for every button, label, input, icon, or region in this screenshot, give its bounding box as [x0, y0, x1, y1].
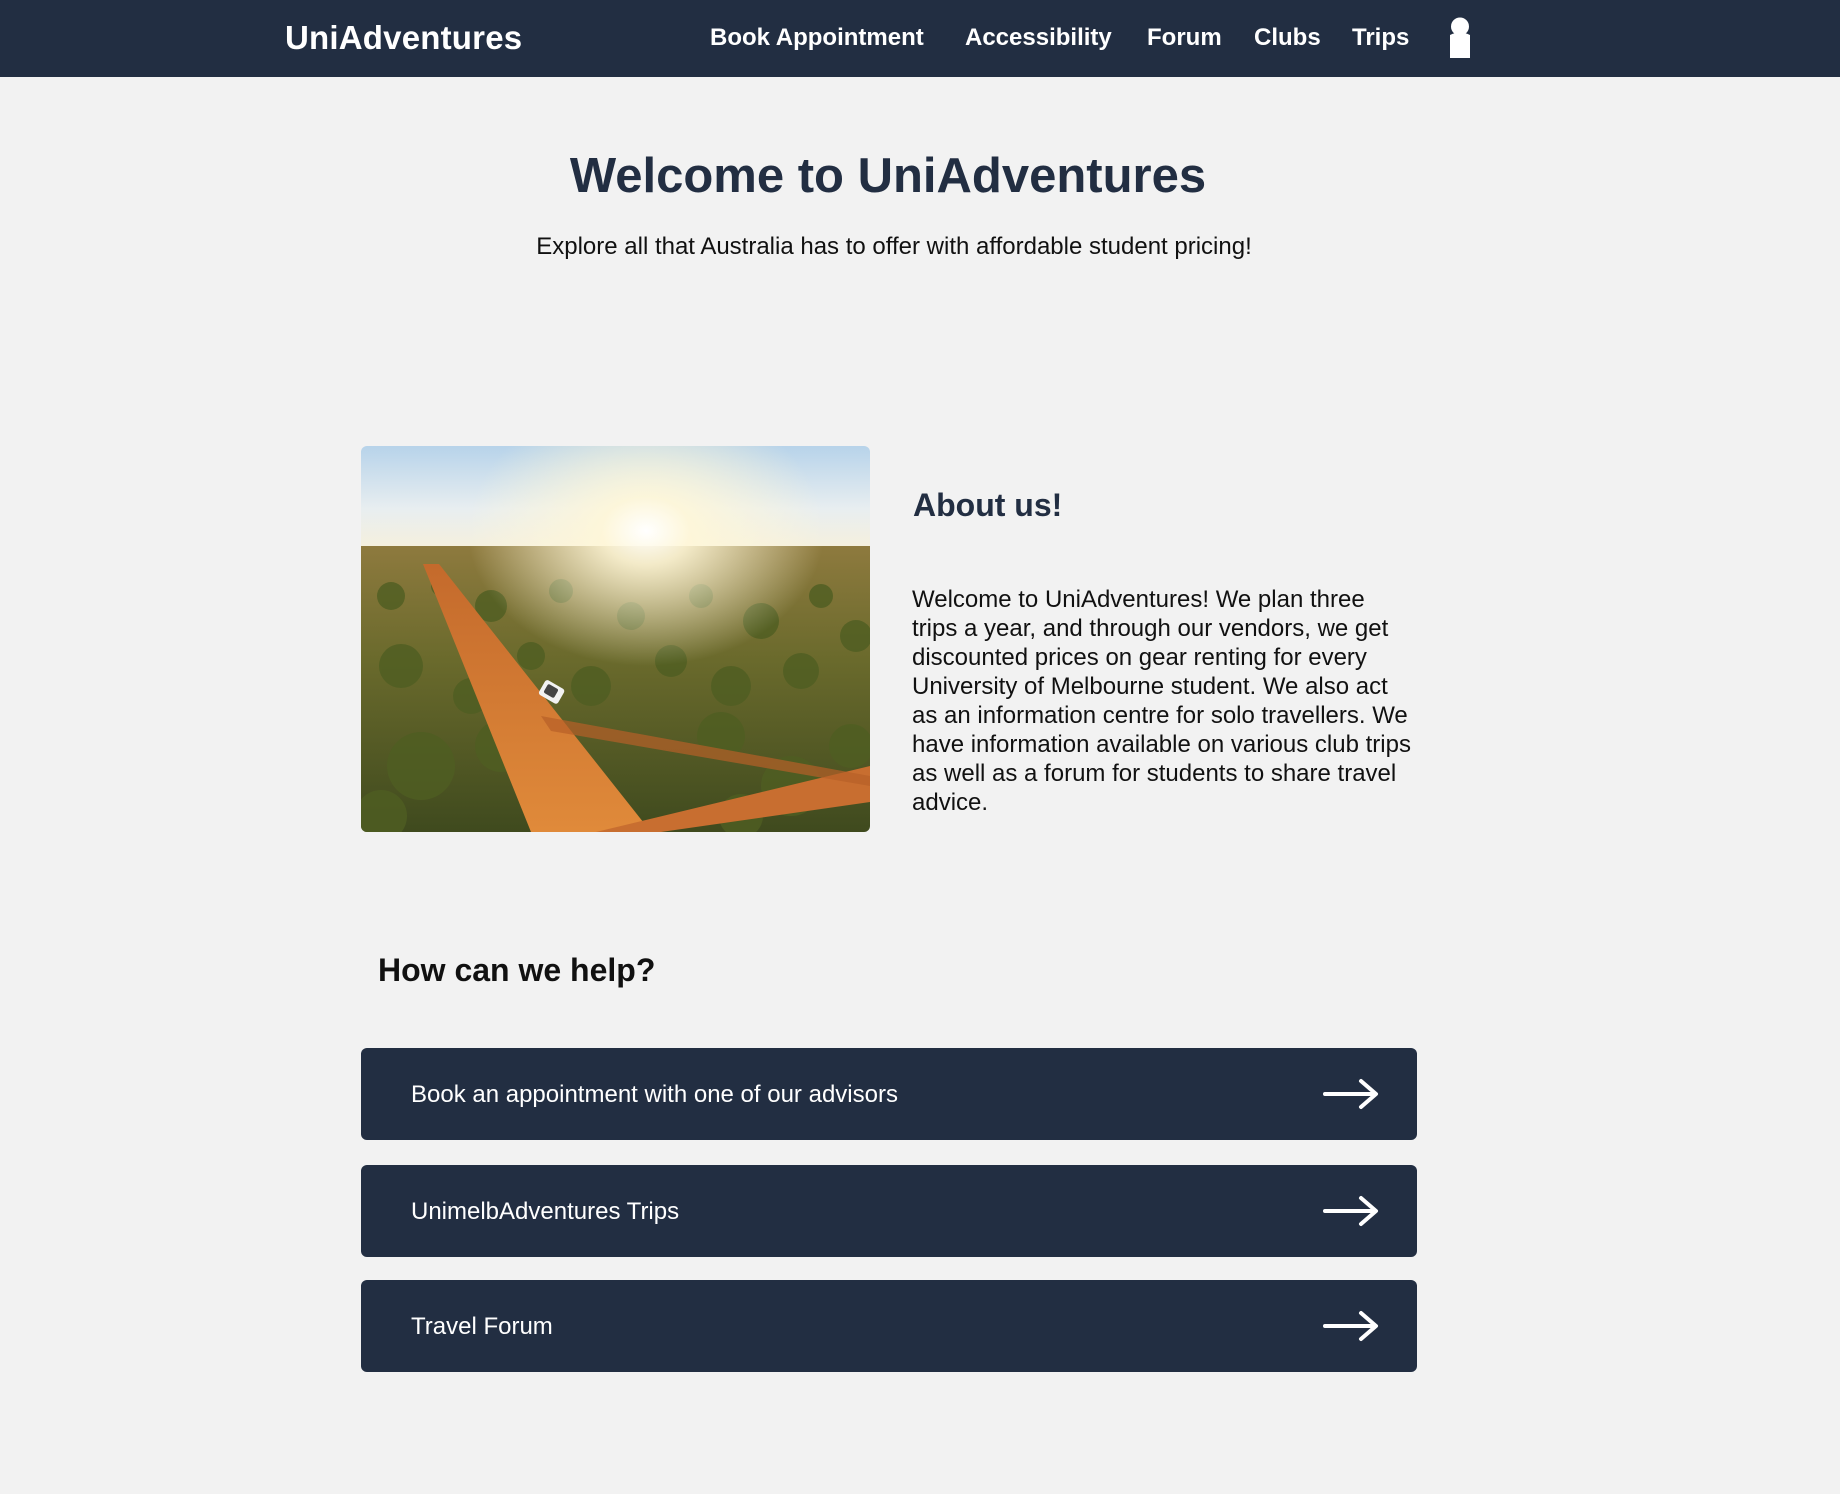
nav-link-forum[interactable]: Forum — [1147, 24, 1222, 52]
arrow-right-icon — [1323, 1078, 1379, 1110]
nav-link-clubs[interactable]: Clubs — [1254, 24, 1321, 52]
top-navbar: UniAdventures Book Appointment Accessibi… — [0, 0, 1840, 77]
help-button-label: UnimelbAdventures Trips — [411, 1198, 680, 1225]
brand-logo-link[interactable]: UniAdventures — [285, 19, 522, 57]
help-button-label: Travel Forum — [411, 1313, 553, 1340]
nav-link-book-appointment[interactable]: Book Appointment — [710, 24, 924, 52]
about-description: Welcome to UniAdventures! We plan three … — [912, 586, 1411, 816]
hero-title: Welcome to UniAdventures — [569, 149, 1207, 203]
trips-button[interactable]: UnimelbAdventures Trips — [361, 1165, 1417, 1257]
travel-forum-button[interactable]: Travel Forum — [361, 1280, 1417, 1372]
help-title: How can we help? — [378, 952, 656, 988]
nav-link-trips[interactable]: Trips — [1352, 24, 1409, 52]
user-icon[interactable] — [1448, 17, 1472, 58]
arrow-right-icon — [1323, 1310, 1379, 1342]
hero-subtitle: Explore all that Australia has to offer … — [536, 233, 1252, 260]
book-appointment-button[interactable]: Book an appointment with one of our advi… — [361, 1048, 1417, 1140]
outback-photo — [361, 446, 870, 832]
nav-link-accessibility[interactable]: Accessibility — [965, 24, 1112, 52]
about-title: About us! — [913, 487, 1063, 523]
help-button-label: Book an appointment with one of our advi… — [411, 1081, 898, 1108]
arrow-right-icon — [1323, 1195, 1379, 1227]
